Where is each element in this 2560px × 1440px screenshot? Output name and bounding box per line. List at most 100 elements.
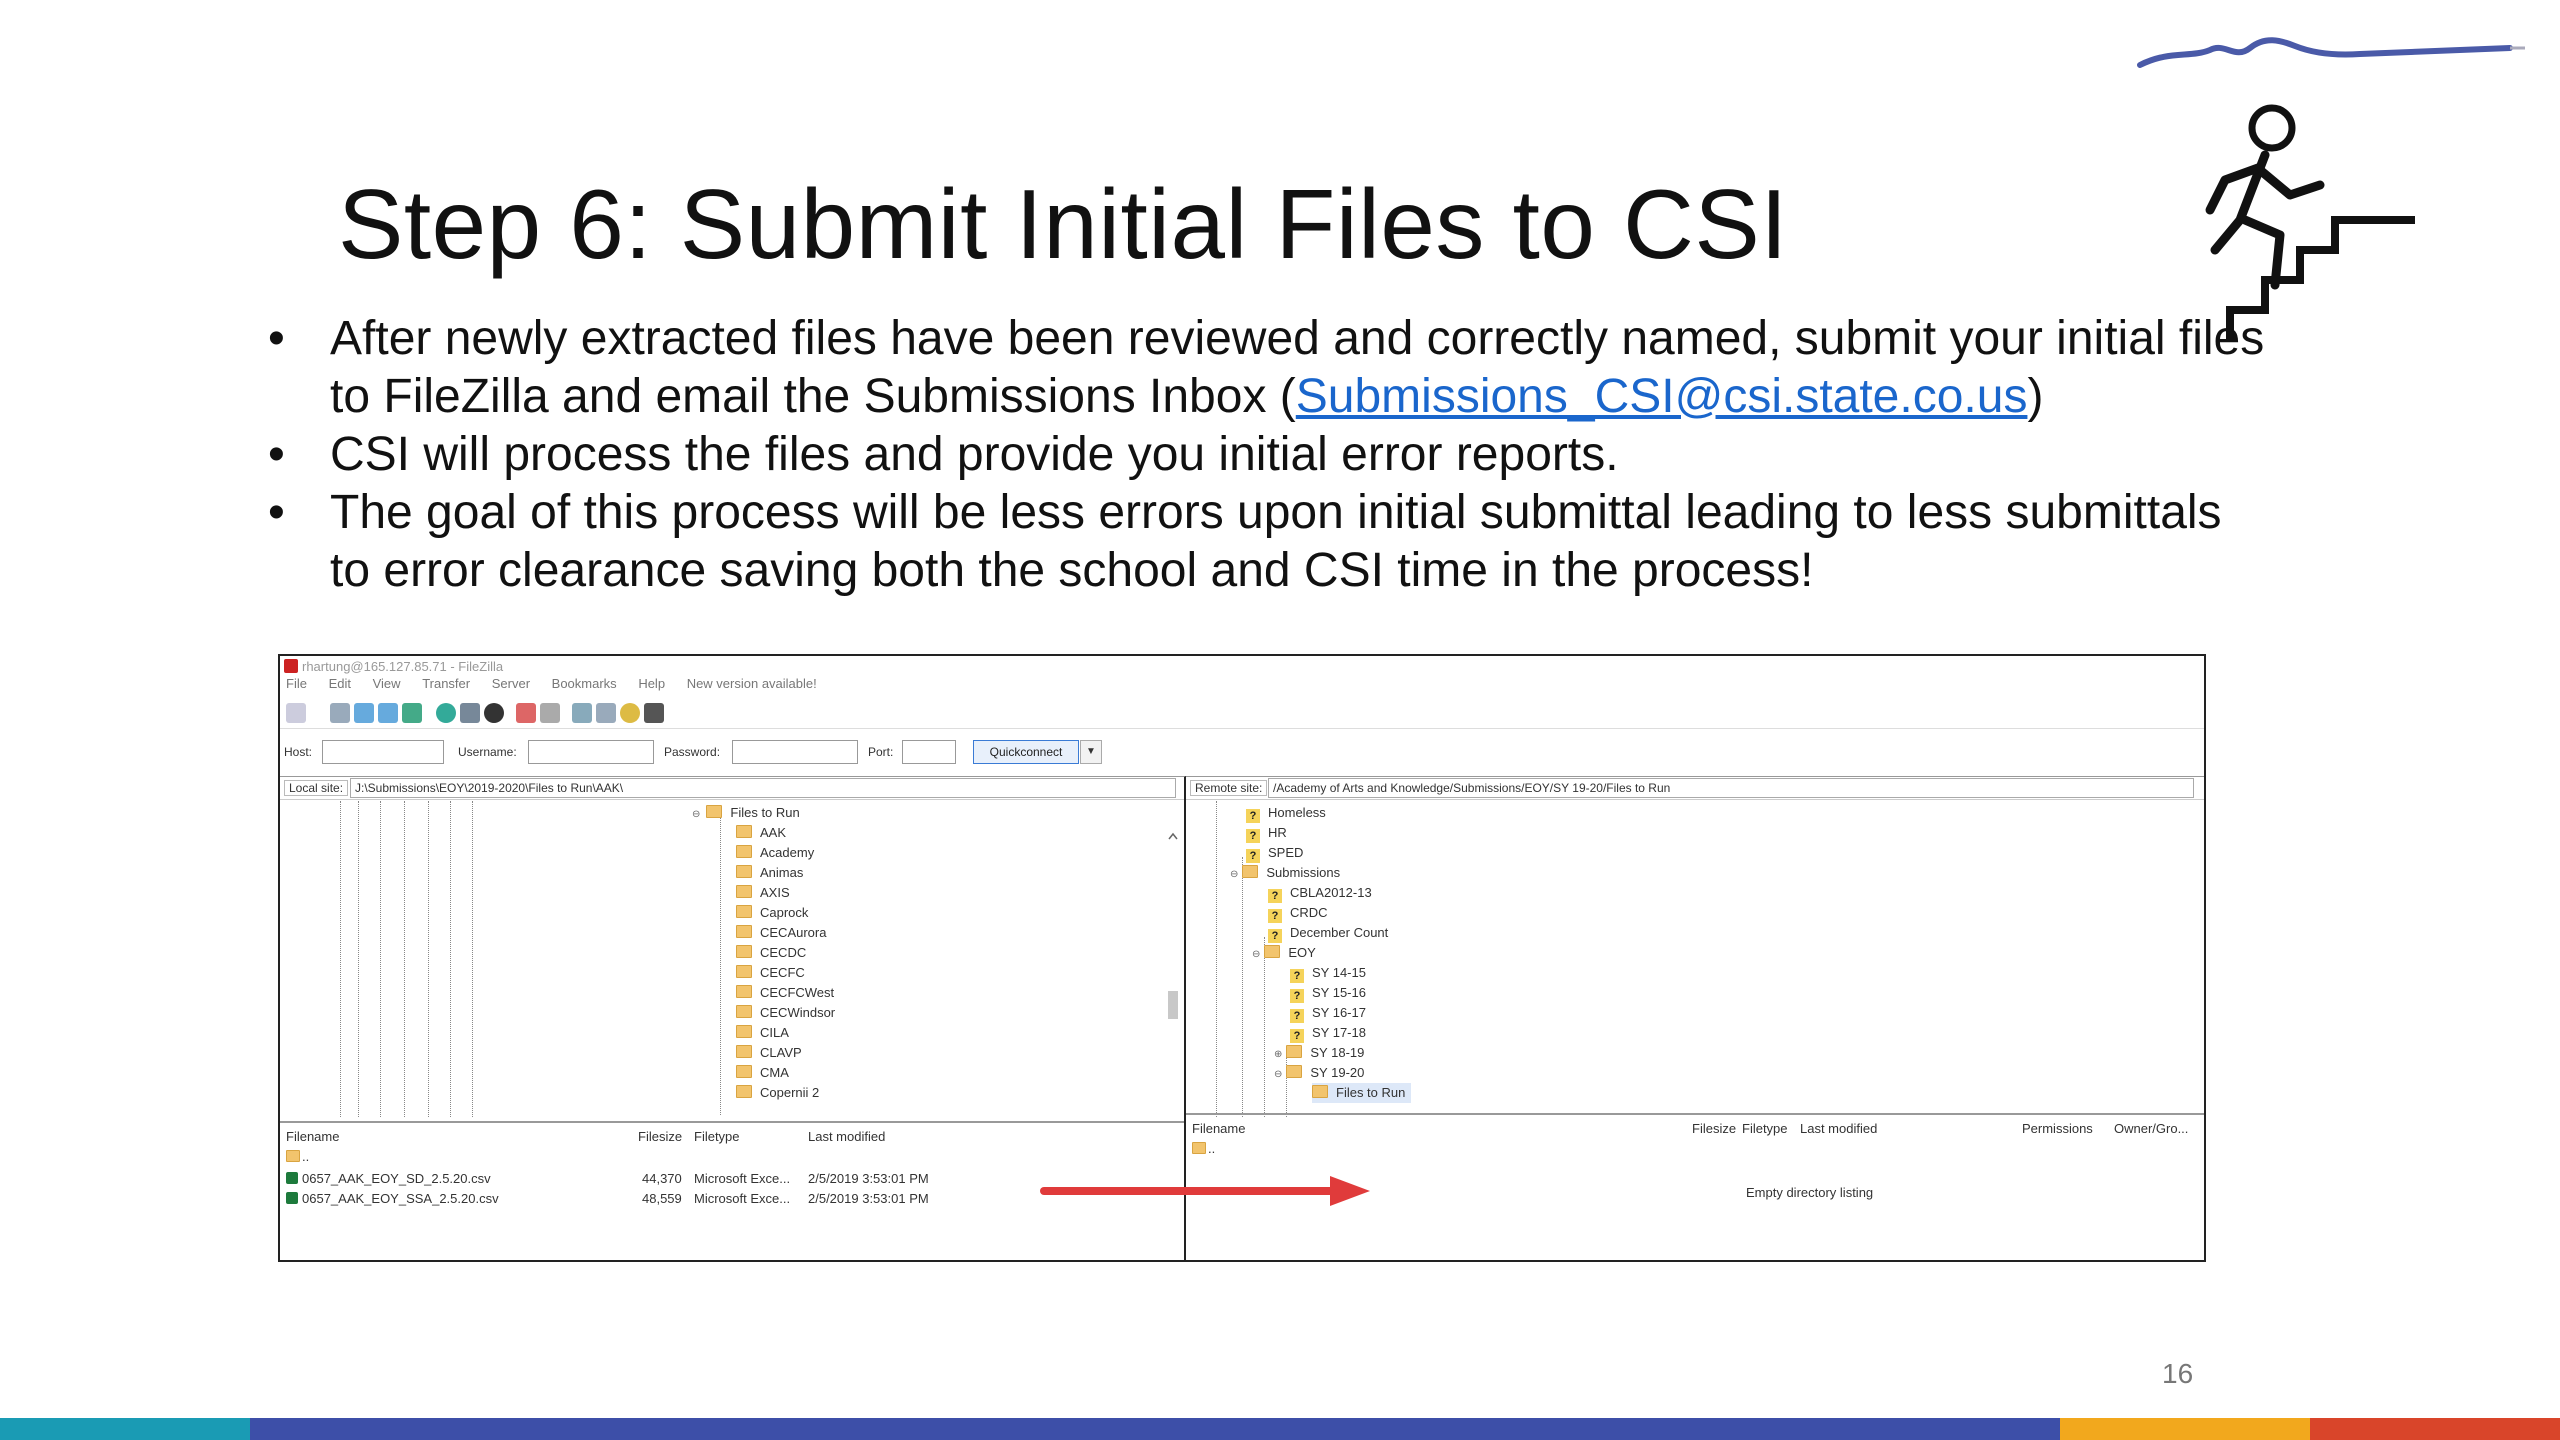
local-folder[interactable]: AXIS bbox=[736, 883, 790, 903]
cancel-icon[interactable] bbox=[484, 703, 504, 723]
bullet-glyph: • bbox=[268, 428, 285, 481]
remote-tree-item[interactable]: ? SY 16-17 bbox=[1290, 1003, 1366, 1023]
bullet-1-close: ) bbox=[2027, 370, 2044, 423]
filezilla-app-icon bbox=[284, 659, 298, 673]
remote-tree-item[interactable]: ? CBLA2012-13 bbox=[1268, 883, 1372, 903]
local-tree-scrollbar[interactable] bbox=[1166, 831, 1180, 1117]
col-permissions[interactable]: Permissions bbox=[2022, 1121, 2093, 1136]
local-folder[interactable]: AAK bbox=[736, 823, 786, 843]
col-filetype[interactable]: Filetype bbox=[694, 1129, 740, 1144]
reconnect-icon[interactable] bbox=[540, 703, 560, 723]
port-label: Port: bbox=[868, 745, 894, 759]
local-folder[interactable]: CECFCWest bbox=[736, 983, 834, 1003]
local-path-input[interactable]: J:\Submissions\EOY\2019-2020\Files to Ru… bbox=[350, 778, 1176, 798]
local-tree-icon[interactable] bbox=[354, 703, 374, 723]
unknown-folder-icon: ? bbox=[1290, 989, 1304, 1003]
remote-tree-item[interactable]: ? HR bbox=[1246, 823, 1287, 843]
menu-transfer[interactable]: Transfer bbox=[422, 676, 470, 691]
local-folder[interactable]: Animas bbox=[736, 863, 803, 883]
col-filesize[interactable]: Filesize bbox=[638, 1129, 682, 1144]
remote-tree-item[interactable]: ? December Count bbox=[1268, 923, 1388, 943]
local-folder[interactable]: CECFC bbox=[736, 963, 805, 983]
file-row[interactable]: 0657_AAK_EOY_SSA_2.5.20.csv bbox=[286, 1191, 499, 1206]
folder-icon bbox=[736, 825, 752, 838]
menu-edit[interactable]: Edit bbox=[329, 676, 351, 691]
remote-tree-item[interactable]: ? Homeless bbox=[1246, 803, 1326, 823]
remote-tree-item[interactable]: ? CRDC bbox=[1268, 903, 1328, 923]
slide-title: Step 6: Submit Initial Files to CSI bbox=[338, 169, 1788, 279]
local-folder[interactable]: Caprock bbox=[736, 903, 808, 923]
disconnect-icon[interactable] bbox=[516, 703, 536, 723]
col-owner-group[interactable]: Owner/Gro... bbox=[2114, 1121, 2188, 1136]
local-folder[interactable]: CMA bbox=[736, 1063, 789, 1083]
folder-icon bbox=[1312, 1085, 1328, 1098]
remote-tree-item[interactable]: ⊖ SY 19-20 bbox=[1274, 1063, 1364, 1083]
submissions-email-link[interactable]: Submissions_CSI@csi.state.co.us bbox=[1296, 370, 2028, 423]
file-row[interactable]: 0657_AAK_EOY_SD_2.5.20.csv bbox=[286, 1171, 491, 1186]
remote-tree-item-selected[interactable]: Files to Run bbox=[1312, 1083, 1412, 1103]
local-folder[interactable]: CILA bbox=[736, 1023, 789, 1043]
remote-tree-item[interactable]: ? SPED bbox=[1246, 843, 1303, 863]
host-input[interactable] bbox=[322, 740, 444, 764]
bullet-list: • After newly extracted files have been … bbox=[268, 310, 2268, 600]
local-folder[interactable]: CLAVP bbox=[736, 1043, 802, 1063]
remote-tree-item[interactable]: ? SY 15-16 bbox=[1290, 983, 1366, 1003]
local-folder[interactable]: CECAurora bbox=[736, 923, 826, 943]
username-input[interactable] bbox=[528, 740, 654, 764]
local-folder[interactable]: CECWindsor bbox=[736, 1003, 835, 1023]
sync-browse-icon[interactable] bbox=[620, 703, 640, 723]
bullet-item-3: • The goal of this process will be less … bbox=[268, 484, 2268, 600]
footer-color-band bbox=[0, 1418, 2560, 1440]
menu-new-version[interactable]: New version available! bbox=[687, 676, 817, 691]
parent-dir-row[interactable]: .. bbox=[286, 1149, 309, 1164]
remote-path-input[interactable]: /Academy of Arts and Knowledge/Submissio… bbox=[1268, 778, 2194, 798]
remote-tree-item[interactable]: ⊖ EOY bbox=[1252, 943, 1316, 963]
col-filename[interactable]: Filename bbox=[1192, 1121, 1245, 1136]
col-filetype[interactable]: Filetype bbox=[1742, 1121, 1788, 1136]
local-folder[interactable]: Academy bbox=[736, 843, 814, 863]
message-log-icon[interactable] bbox=[330, 703, 350, 723]
remote-tree-item[interactable]: ? SY 14-15 bbox=[1290, 963, 1366, 983]
col-filename[interactable]: Filename bbox=[286, 1129, 339, 1144]
bullet-item-2: • CSI will process the files and provide… bbox=[268, 426, 2268, 484]
unknown-folder-icon: ? bbox=[1246, 829, 1260, 843]
folder-icon bbox=[736, 965, 752, 978]
quickconnect-button[interactable]: Quickconnect bbox=[973, 740, 1079, 764]
remote-tree-item[interactable]: ⊕ SY 18-19 bbox=[1274, 1043, 1364, 1063]
site-manager-icon[interactable] bbox=[286, 703, 306, 723]
transfer-queue-icon[interactable] bbox=[402, 703, 422, 723]
remote-tree-item[interactable]: ? SY 17-18 bbox=[1290, 1023, 1366, 1043]
unknown-folder-icon: ? bbox=[1290, 1029, 1304, 1043]
col-filesize[interactable]: Filesize bbox=[1692, 1121, 1736, 1136]
col-last-modified[interactable]: Last modified bbox=[808, 1129, 885, 1144]
folder-icon bbox=[736, 1065, 752, 1078]
menu-help[interactable]: Help bbox=[638, 676, 665, 691]
menu-view[interactable]: View bbox=[373, 676, 401, 691]
search-binoculars-icon[interactable] bbox=[644, 703, 664, 723]
parent-dir-row[interactable]: .. bbox=[1192, 1141, 1215, 1156]
menu-server[interactable]: Server bbox=[492, 676, 530, 691]
remote-tree-icon[interactable] bbox=[378, 703, 398, 723]
folder-icon bbox=[1192, 1142, 1206, 1154]
process-queue-icon[interactable] bbox=[460, 703, 480, 723]
quickconnect-dropdown[interactable]: ▼ bbox=[1080, 740, 1102, 764]
file-size: 44,370 bbox=[642, 1171, 682, 1186]
host-label: Host: bbox=[284, 745, 313, 759]
local-tree: ⊖ Files to Run AAK Academy Animas AXIS Ca… bbox=[280, 801, 1184, 1117]
port-input[interactable] bbox=[902, 740, 956, 764]
compare-icon[interactable] bbox=[596, 703, 616, 723]
refresh-icon[interactable] bbox=[436, 703, 456, 723]
file-modified: 2/5/2019 3:53:01 PM bbox=[808, 1171, 929, 1186]
remote-tree-item[interactable]: ⊖ Submissions bbox=[1230, 863, 1340, 883]
local-folder[interactable]: Copernii 2 bbox=[736, 1083, 819, 1103]
menu-file[interactable]: File bbox=[286, 676, 307, 691]
file-type: Microsoft Exce... bbox=[694, 1171, 791, 1186]
local-folder[interactable]: CECDC bbox=[736, 943, 806, 963]
col-last-modified[interactable]: Last modified bbox=[1800, 1121, 1877, 1136]
menu-bookmarks[interactable]: Bookmarks bbox=[552, 676, 617, 691]
bullet-glyph: • bbox=[268, 312, 285, 365]
local-tree-root[interactable]: ⊖ Files to Run bbox=[692, 803, 800, 823]
password-input[interactable] bbox=[732, 740, 858, 764]
filter-icon[interactable] bbox=[572, 703, 592, 723]
unknown-folder-icon: ? bbox=[1268, 929, 1282, 943]
